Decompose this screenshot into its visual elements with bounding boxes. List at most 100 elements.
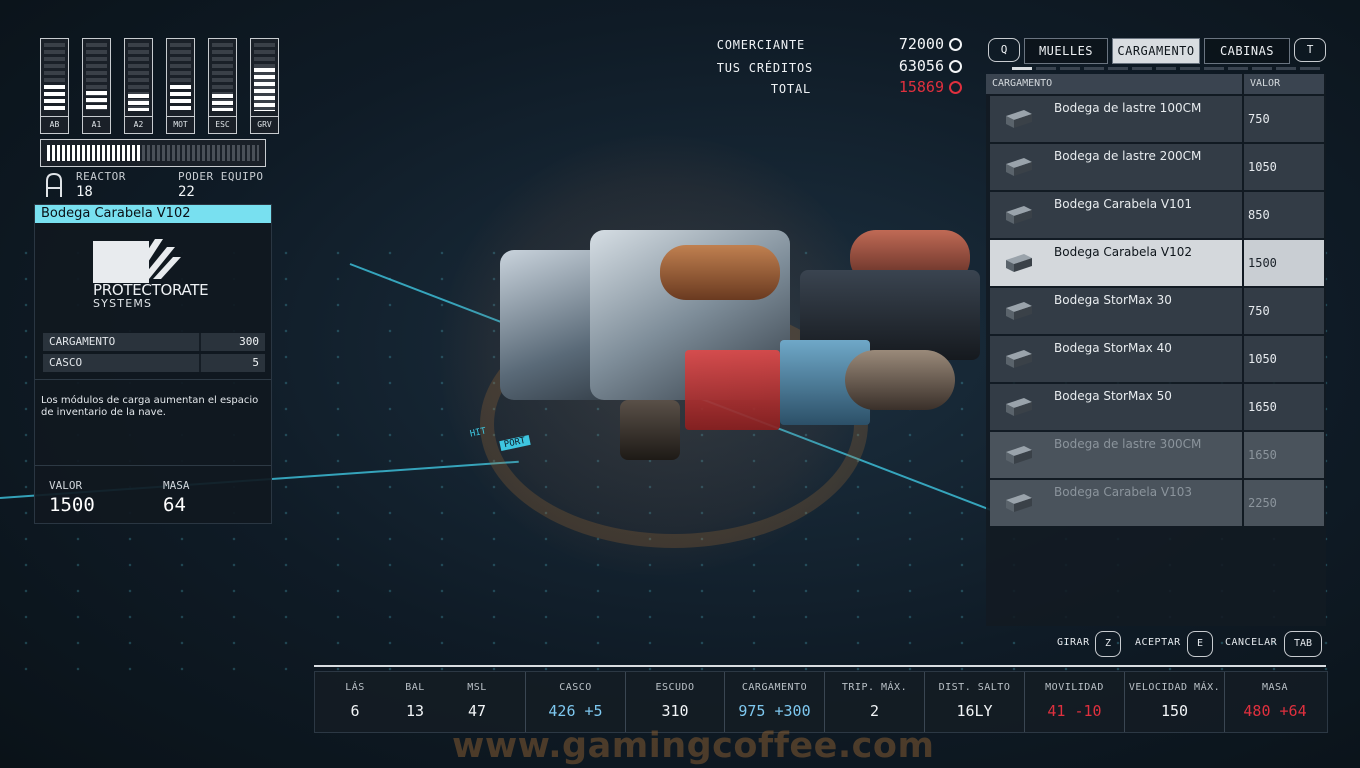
- speed-stat: VELOCIDAD MÁX. 150: [1125, 672, 1225, 732]
- jump-stat: DIST. SALTO 16LY: [925, 672, 1025, 732]
- tab-muelles[interactable]: MUELLES: [1024, 38, 1108, 64]
- module-name: Bodega de lastre 300CM: [1054, 437, 1202, 451]
- module-value: 1050: [1244, 336, 1324, 382]
- stat-label: ESCUDO: [655, 682, 695, 693]
- ship-engine-module: [845, 350, 955, 410]
- power-bar: [40, 139, 266, 167]
- item-stat-label: CASCO: [49, 356, 83, 369]
- tab-cargamento[interactable]: CARGAMENTO: [1112, 38, 1200, 64]
- ship-stats-bar: LÁS 6 BAL 13 MSL 47 CASCO 426 +5 ESCUDO …: [314, 671, 1328, 733]
- item-mass: 64: [163, 494, 186, 516]
- total-label: TOTAL: [770, 82, 811, 96]
- shield-stat: ESCUDO 310: [626, 672, 725, 732]
- cargo-module-icon: [1006, 206, 1032, 224]
- module-list: CARGAMENTO VALOR Bodega de lastre 100CM 7…: [986, 74, 1326, 626]
- module-value: 1650: [1244, 384, 1324, 430]
- module-value: 1050: [1244, 144, 1324, 190]
- cargo-stat: CARGAMENTO 975 +300: [725, 672, 825, 732]
- prev-tab-key[interactable]: Q: [988, 38, 1020, 62]
- module-value: 1500: [1244, 240, 1324, 286]
- stat-label: VELOCIDAD MÁX.: [1128, 682, 1221, 693]
- ship-cargo-module: [660, 245, 780, 300]
- equip-power-value: 22: [178, 184, 195, 200]
- module-name-cell: Bodega StorMax 50: [990, 384, 1242, 430]
- divider: [35, 465, 271, 466]
- ship-3d-view[interactable]: [470, 210, 990, 470]
- stat-value: 426 +5: [548, 702, 603, 720]
- module-list-row[interactable]: Bodega de lastre 300CM 1650: [990, 432, 1324, 478]
- column-header-name: CARGAMENTO: [986, 74, 1242, 94]
- stat-value: 13: [405, 702, 425, 720]
- tab-cabinas[interactable]: CABINAS: [1204, 38, 1290, 64]
- gauge-a2: A2: [124, 38, 153, 134]
- stat-label: DIST. SALTO: [938, 682, 1011, 693]
- cancel-button[interactable]: TAB: [1284, 631, 1322, 657]
- module-value: 2250: [1244, 480, 1324, 526]
- stat-value: 47: [467, 702, 487, 720]
- hull-stat: CASCO 426 +5: [526, 672, 626, 732]
- gauge-label: GRV: [251, 116, 278, 133]
- accept-button[interactable]: E: [1187, 631, 1213, 657]
- module-name: Bodega Carabela V101: [1054, 197, 1192, 211]
- item-stat-value: 300: [239, 335, 259, 348]
- module-name-cell: Bodega StorMax 30: [990, 288, 1242, 334]
- module-list-row[interactable]: Bodega Carabela V101 850: [990, 192, 1324, 238]
- module-name-cell: Bodega de lastre 300CM: [990, 432, 1242, 478]
- mass-stat: MASA 480 +64: [1225, 672, 1325, 732]
- item-value-label: VALOR: [49, 479, 83, 492]
- cargo-module-icon: [1006, 158, 1032, 176]
- mobility-stat: MOVILIDAD 41 -10: [1025, 672, 1125, 732]
- module-list-row[interactable]: Bodega StorMax 50 1650: [990, 384, 1324, 430]
- gauge-label: MOT: [167, 116, 194, 133]
- item-mass-label: MASA: [163, 479, 190, 492]
- stat-value: 16LY: [956, 702, 993, 720]
- missile-stat: MSL 47: [459, 672, 495, 732]
- module-list-row[interactable]: Bodega StorMax 40 1050: [990, 336, 1324, 382]
- module-list-row[interactable]: Bodega de lastre 200CM 1050: [990, 144, 1324, 190]
- module-name-cell: Bodega de lastre 200CM: [990, 144, 1242, 190]
- credits-icon: [949, 60, 962, 73]
- item-stat-label: CARGAMENTO: [49, 335, 116, 348]
- credits-icon: [949, 81, 962, 94]
- cargo-module-icon: [1006, 254, 1032, 272]
- rotate-button[interactable]: Z: [1095, 631, 1121, 657]
- module-list-row[interactable]: Bodega StorMax 30 750: [990, 288, 1324, 334]
- reactor-label: REACTOR: [76, 170, 126, 183]
- item-stat-row: CASCO 5: [43, 354, 265, 372]
- power-bar-fill: [47, 145, 142, 161]
- watermark: www.gamingcoffee.com: [452, 726, 935, 766]
- stat-value: 480 +64: [1243, 702, 1307, 720]
- stat-value: 975 +300: [738, 702, 811, 720]
- item-description: Los módulos de carga aumentan el espacio…: [41, 395, 259, 418]
- total-cost: 15869: [898, 78, 944, 96]
- stats-bar-rule: [314, 665, 1326, 667]
- reactor-icon: [46, 172, 62, 197]
- module-value: 750: [1244, 288, 1324, 334]
- next-tab-key[interactable]: T: [1294, 38, 1326, 62]
- module-value: 750: [1244, 96, 1324, 142]
- item-title: Bodega Carabela V102: [35, 205, 271, 223]
- module-name-cell: Bodega Carabela V103: [990, 480, 1242, 526]
- your-credits: 63056: [898, 57, 944, 75]
- cancel-label: CANCELAR: [1225, 637, 1278, 648]
- gauge-label: AB: [41, 116, 68, 133]
- module-list-row[interactable]: Bodega de lastre 100CM 750: [990, 96, 1324, 142]
- rotate-label: GIRAR: [1057, 637, 1090, 648]
- merchant-credits: 72000: [898, 35, 944, 53]
- gauge-esc: ESC: [208, 38, 237, 134]
- gauge-grv: GRV: [250, 38, 279, 134]
- stat-label: MASA: [1261, 682, 1289, 693]
- gauge-label: A2: [125, 116, 152, 133]
- item-value: 1500: [49, 494, 95, 516]
- weapons-cell: LÁS 6 BAL 13 MSL 47: [315, 672, 526, 732]
- module-list-row[interactable]: Bodega Carabela V102 1500: [990, 240, 1324, 286]
- cargo-module-icon: [1006, 110, 1032, 128]
- module-name-cell: Bodega Carabela V102: [990, 240, 1242, 286]
- stat-value: 150: [1160, 702, 1189, 720]
- stat-label: MOVILIDAD: [1045, 682, 1104, 693]
- stat-label: MSL: [467, 682, 487, 693]
- stat-value: 2: [869, 702, 880, 720]
- your-credits-label: TUS CRÉDITOS: [716, 61, 813, 75]
- module-list-row[interactable]: Bodega Carabela V103 2250: [990, 480, 1324, 526]
- stat-label: LÁS: [345, 682, 365, 693]
